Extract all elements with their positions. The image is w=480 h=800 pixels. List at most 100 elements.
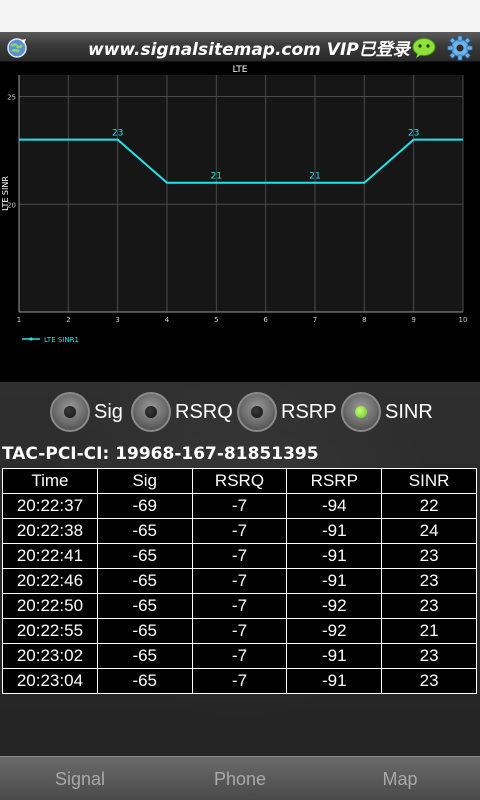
- table-cell: -65: [96, 568, 193, 594]
- x-tick-label: 2: [66, 316, 70, 324]
- title-bar: www.signalsitemap.com VIP已登录: [0, 32, 480, 62]
- plot-background: [19, 75, 463, 312]
- table-cell: 23: [381, 668, 477, 694]
- table-cell: -94: [286, 493, 383, 519]
- table-cell: -7: [191, 543, 288, 569]
- table-cell: -91: [286, 568, 383, 594]
- radio-knob[interactable]: [50, 392, 90, 432]
- table-cell: -7: [191, 643, 288, 669]
- x-tick-label: 6: [263, 316, 268, 324]
- sinr-line-chart: LTELTE SINR1 2 3 4 5 6 7 8 9 1020252321 2123LTE SI…: [1, 65, 468, 344]
- table-cell: -91: [286, 543, 383, 569]
- radio-rsrp[interactable]: RSRP: [237, 392, 337, 432]
- table-cell: 20:23:04: [2, 668, 98, 694]
- signal-table: Time Sig RSRQ RSRP SINR 20:22:37 -69 -7 …: [2, 468, 477, 694]
- table-cell: 23: [381, 543, 477, 569]
- table-cell: 20:22:50: [2, 593, 98, 619]
- table-cell: 20:22:37: [2, 493, 98, 519]
- table-header-cell: Sig: [96, 468, 193, 494]
- table-cell: -65: [96, 518, 193, 544]
- table-row: 20:22:37 -69 -7 -94 22: [2, 493, 477, 519]
- x-tick-label: 3: [115, 316, 119, 324]
- table-header-cell: RSRP: [286, 468, 383, 494]
- x-tick-label: 10: [459, 316, 468, 324]
- status-bar: [0, 0, 480, 32]
- x-tick-label: 7: [313, 316, 317, 324]
- radio-label: SINR: [385, 400, 433, 423]
- data-label: 21: [309, 172, 320, 182]
- table-cell: 23: [381, 593, 477, 619]
- radio-knob[interactable]: [341, 392, 381, 432]
- table-cell: -7: [191, 568, 288, 594]
- table-header-cell: RSRQ: [191, 468, 288, 494]
- table-cell: -65: [96, 643, 193, 669]
- table-header-cell: SINR: [381, 468, 477, 494]
- tac-pci-ci-label: TAC-PCI-CI: 19968-167-81851395: [2, 444, 319, 464]
- x-tick-label: 9: [411, 316, 415, 324]
- table-cell: -91: [286, 643, 383, 669]
- gear-icon[interactable]: [447, 35, 473, 61]
- table-cell: 21: [381, 618, 477, 644]
- radio-label: RSRQ: [175, 400, 233, 423]
- tab-map[interactable]: Map: [320, 757, 480, 800]
- globe-icon[interactable]: [6, 37, 28, 59]
- tab-signal[interactable]: Signal: [0, 757, 160, 800]
- x-tick-label: 1: [17, 316, 21, 324]
- table-cell: -92: [286, 593, 383, 619]
- bottom-tab-bar: Signal Phone Map: [0, 756, 480, 800]
- tab-phone[interactable]: Phone: [160, 757, 320, 800]
- table-cell: 20:22:41: [2, 543, 98, 569]
- table-header-row: Time Sig RSRQ RSRP SINR: [2, 468, 477, 494]
- table-row: 20:22:46 -65 -7 -91 23: [2, 568, 477, 594]
- data-label: 23: [408, 129, 419, 139]
- legend-label: LTE SINR1: [44, 336, 79, 344]
- table-cell: -69: [96, 493, 193, 519]
- table-cell: 20:22:38: [2, 518, 98, 544]
- table-cell: -65: [96, 543, 193, 569]
- radio-knob[interactable]: [237, 392, 277, 432]
- legend-marker: [29, 337, 33, 341]
- table-cell: -7: [191, 668, 288, 694]
- table-cell: 20:23:02: [2, 643, 98, 669]
- app-title: www.signalsitemap.com VIP已登录: [88, 40, 410, 60]
- table-row: 20:22:50 -65 -7 -92 23: [2, 593, 477, 619]
- y-tick-label: 20: [7, 201, 16, 209]
- table-row: 20:22:41 -65 -7 -91 23: [2, 543, 477, 569]
- table-cell: -65: [96, 593, 193, 619]
- table-row: 20:22:55 -65 -7 -92 21: [2, 618, 477, 644]
- table-row: 20:23:04 -65 -7 -91 23: [2, 668, 477, 694]
- x-tick-label: 4: [165, 316, 170, 324]
- table-cell: -7: [191, 618, 288, 644]
- data-label: 21: [211, 172, 222, 182]
- x-tick-label: 5: [214, 316, 218, 324]
- table-cell: -7: [191, 593, 288, 619]
- data-label: 23: [112, 129, 123, 139]
- table-row: 20:22:38 -65 -7 -91 24: [2, 518, 477, 544]
- table-cell: 22: [381, 493, 477, 519]
- table-cell: -65: [96, 618, 193, 644]
- radio-indicator-selected: [355, 406, 367, 418]
- chart-panel: LTE LTE SINR 1 2 3 4 5 6 7 8 9 10 20 25 23 21 21 23 LTE SI…: [0, 62, 480, 382]
- radio-rsrq[interactable]: RSRQ: [131, 392, 233, 432]
- radio-sig[interactable]: Sig: [50, 392, 123, 432]
- table-cell: 24: [381, 518, 477, 544]
- table-cell: 20:22:55: [2, 618, 98, 644]
- table-header-cell: Time: [2, 468, 98, 494]
- radio-indicator: [251, 406, 263, 418]
- table-cell: -7: [191, 493, 288, 519]
- x-tick-label: 8: [362, 316, 366, 324]
- radio-sinr[interactable]: SINR: [341, 392, 433, 432]
- metric-radio-group: Sig RSRQ RSRP SINR: [50, 392, 450, 432]
- table-row: 20:23:02 -65 -7 -91 23: [2, 643, 477, 669]
- chat-icon[interactable]: [411, 37, 437, 59]
- radio-indicator: [145, 406, 157, 418]
- radio-knob[interactable]: [131, 392, 171, 432]
- table-cell: -7: [191, 518, 288, 544]
- table-cell: 23: [381, 568, 477, 594]
- table-cell: -65: [96, 668, 193, 694]
- table-cell: -91: [286, 518, 383, 544]
- table-cell: -91: [286, 668, 383, 694]
- table-cell: -92: [286, 618, 383, 644]
- chart-title: LTE: [233, 65, 248, 75]
- radio-indicator: [64, 406, 76, 418]
